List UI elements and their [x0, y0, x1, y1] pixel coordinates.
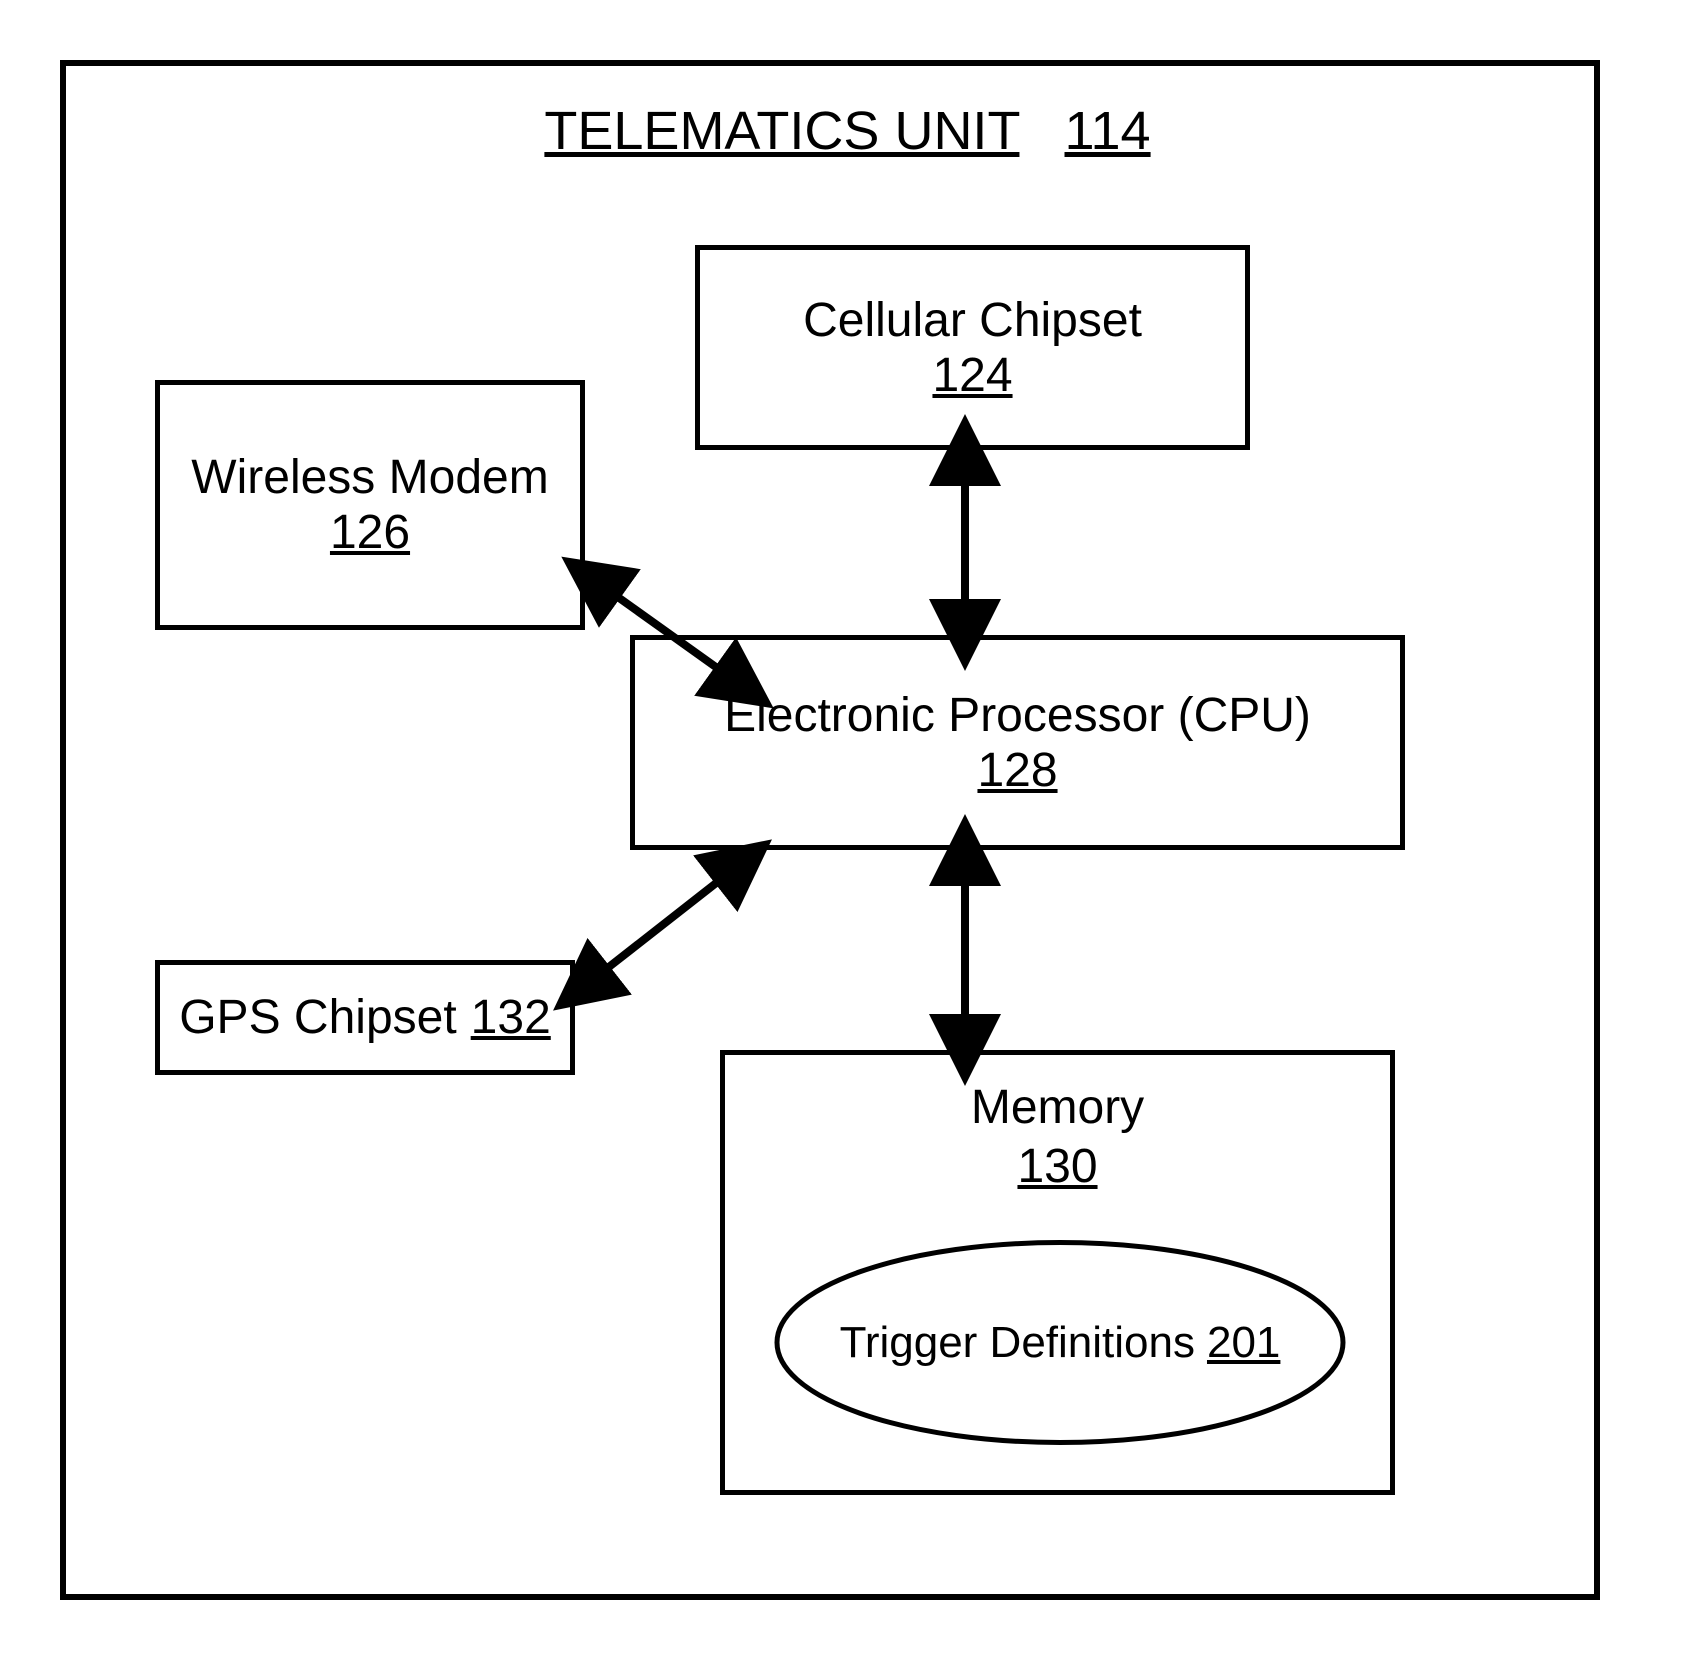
wireless-modem-number: 126: [330, 505, 410, 560]
wireless-modem-block: Wireless Modem 126: [155, 380, 585, 630]
cellular-chipset-block: Cellular Chipset 124: [695, 245, 1250, 450]
gps-chipset-block: GPS Chipset 132: [155, 960, 575, 1075]
trigger-definitions-label: Trigger Definitions: [840, 1318, 1195, 1368]
trigger-definitions-ellipse: Trigger Definitions 201: [770, 1235, 1350, 1450]
diagram-canvas: TELEMATICS UNIT 114 Cellular Chipset 124…: [0, 0, 1695, 1675]
trigger-definitions-number: 201: [1207, 1318, 1280, 1368]
wireless-modem-label: Wireless Modem: [191, 450, 548, 505]
cellular-chipset-number: 124: [932, 348, 1012, 403]
cpu-number: 128: [977, 743, 1057, 798]
title-number: 114: [1065, 101, 1151, 161]
title-label: TELEMATICS UNIT: [544, 101, 1019, 161]
cpu-block: Electronic Processor (CPU) 128: [630, 635, 1405, 850]
gps-chipset-number: 132: [471, 990, 551, 1045]
trigger-definitions-text: Trigger Definitions 201: [770, 1235, 1350, 1450]
diagram-title: TELEMATICS UNIT 114: [0, 100, 1695, 162]
memory-label: Memory: [971, 1080, 1144, 1135]
cpu-label: Electronic Processor (CPU): [724, 688, 1311, 743]
memory-number: 130: [1017, 1139, 1097, 1194]
gps-chipset-label: GPS Chipset: [179, 990, 456, 1045]
cellular-chipset-label: Cellular Chipset: [803, 293, 1142, 348]
